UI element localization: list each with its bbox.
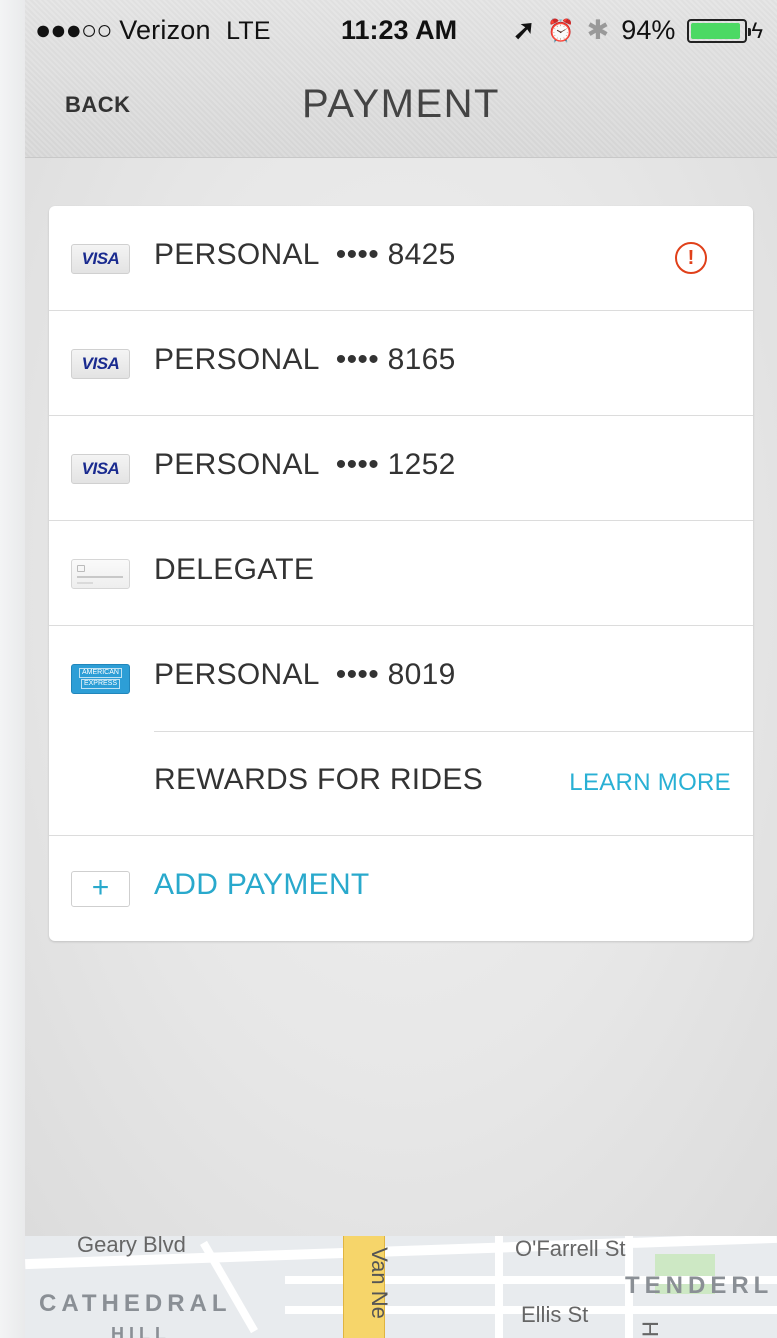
payment-row-8425[interactable]: VISA PERSONAL •••• 8425 ! (49, 206, 753, 311)
map-road (495, 1236, 503, 1338)
phone-screen: ●●●○○ Verizon LTE 11:23 AM ➚ ⏰ ✱ 94% ϟ B… (25, 0, 777, 1338)
status-bar: ●●●○○ Verizon LTE 11:23 AM ➚ ⏰ ✱ 94% ϟ (25, 0, 777, 62)
battery-percent: 94% (621, 15, 676, 45)
payment-row-1252[interactable]: VISA PERSONAL •••• 1252 (49, 416, 753, 521)
rewards-label: REWARDS FOR RIDES (154, 763, 484, 796)
carrier-info: ●●●○○ Verizon LTE (35, 15, 271, 46)
payment-label: DELEGATE (154, 553, 314, 587)
battery-cap (748, 27, 752, 36)
street-label-geary: Geary Blvd (77, 1236, 186, 1257)
card-digits: •••• 8165 (335, 343, 456, 376)
visa-card-icon: VISA (71, 454, 130, 484)
payment-row-delegate[interactable]: DELEGATE (49, 521, 753, 626)
district-label-cathedral: CATHEDRAL (39, 1290, 232, 1317)
status-right: ➚ ⏰ ✱ 94% ϟ (513, 15, 763, 46)
payment-type: PERSONAL (154, 343, 320, 376)
amex-line-2: EXPRESS (80, 679, 121, 689)
map-view[interactable]: Geary Blvd Van Ne O'Farrell St Ellis St … (25, 1236, 777, 1338)
visa-card-icon: VISA (71, 349, 130, 379)
bluetooth-icon: ✱ (586, 15, 610, 45)
street-label-h: H (637, 1321, 663, 1337)
amex-line-1: AMERICAN (79, 668, 122, 678)
district-label-hill: HILL (111, 1324, 171, 1338)
battery-icon (687, 18, 752, 43)
district-label-tenderloin: TENDERL (625, 1272, 774, 1299)
alert-icon[interactable]: ! (675, 242, 707, 274)
payment-label: PERSONAL •••• 8425 (154, 238, 456, 272)
card-digits: •••• 8425 (335, 238, 456, 271)
card-name-line (77, 582, 93, 584)
payment-type: PERSONAL (154, 658, 320, 691)
payment-label: PERSONAL •••• 8019 (154, 658, 456, 692)
street-label-ofarrell: O'Farrell St (515, 1236, 626, 1261)
payment-list: VISA PERSONAL •••• 8425 ! VISA PERSONAL ••… (49, 206, 753, 941)
payment-row-8165[interactable]: VISA PERSONAL •••• 8165 (49, 311, 753, 416)
plus-icon: + (71, 871, 130, 907)
battery-fill (691, 22, 740, 39)
carrier-name: Verizon (119, 15, 211, 45)
payment-row-8019[interactable]: AMERICAN EXPRESS PERSONAL •••• 8019 (49, 626, 753, 732)
signal-icon: ●●●○○ (35, 15, 113, 45)
card-digits: •••• 1252 (335, 448, 456, 481)
add-payment-row[interactable]: + ADD PAYMENT (49, 836, 753, 941)
card-digits: •••• 8019 (335, 658, 456, 691)
street-label-ellis: Ellis St (521, 1302, 589, 1327)
visa-card-icon: VISA (71, 244, 130, 274)
learn-more-link[interactable]: LEARN MORE (569, 769, 731, 797)
top-bar: ●●●○○ Verizon LTE 11:23 AM ➚ ⏰ ✱ 94% ϟ B… (25, 0, 777, 158)
payment-type: DELEGATE (154, 553, 315, 586)
status-time: 11:23 AM (341, 15, 458, 45)
alarm-icon: ⏰ (547, 17, 575, 43)
content-area: VISA PERSONAL •••• 8425 ! VISA PERSONAL ••… (25, 158, 777, 1236)
background-strip (0, 0, 25, 1338)
street-label-van-ness: Van Ne (366, 1247, 392, 1319)
navigation-bar: BACK PAYMENT (25, 62, 777, 157)
location-icon: ➚ (512, 15, 536, 45)
rewards-row: REWARDS FOR RIDES LEARN MORE (49, 731, 753, 836)
payment-label: PERSONAL •••• 8165 (154, 343, 456, 377)
amex-card-icon: AMERICAN EXPRESS (71, 664, 130, 694)
delegate-card-icon (71, 559, 130, 589)
add-payment-label: ADD PAYMENT (154, 868, 370, 901)
payment-type: PERSONAL (154, 238, 320, 271)
card-chip (77, 565, 85, 572)
card-number-line (77, 576, 123, 578)
page-title: PAYMENT (302, 82, 500, 126)
payment-label: PERSONAL •••• 1252 (154, 448, 456, 482)
network-type: LTE (226, 17, 271, 45)
payment-type: PERSONAL (154, 448, 320, 481)
charging-icon: ϟ (751, 17, 763, 43)
